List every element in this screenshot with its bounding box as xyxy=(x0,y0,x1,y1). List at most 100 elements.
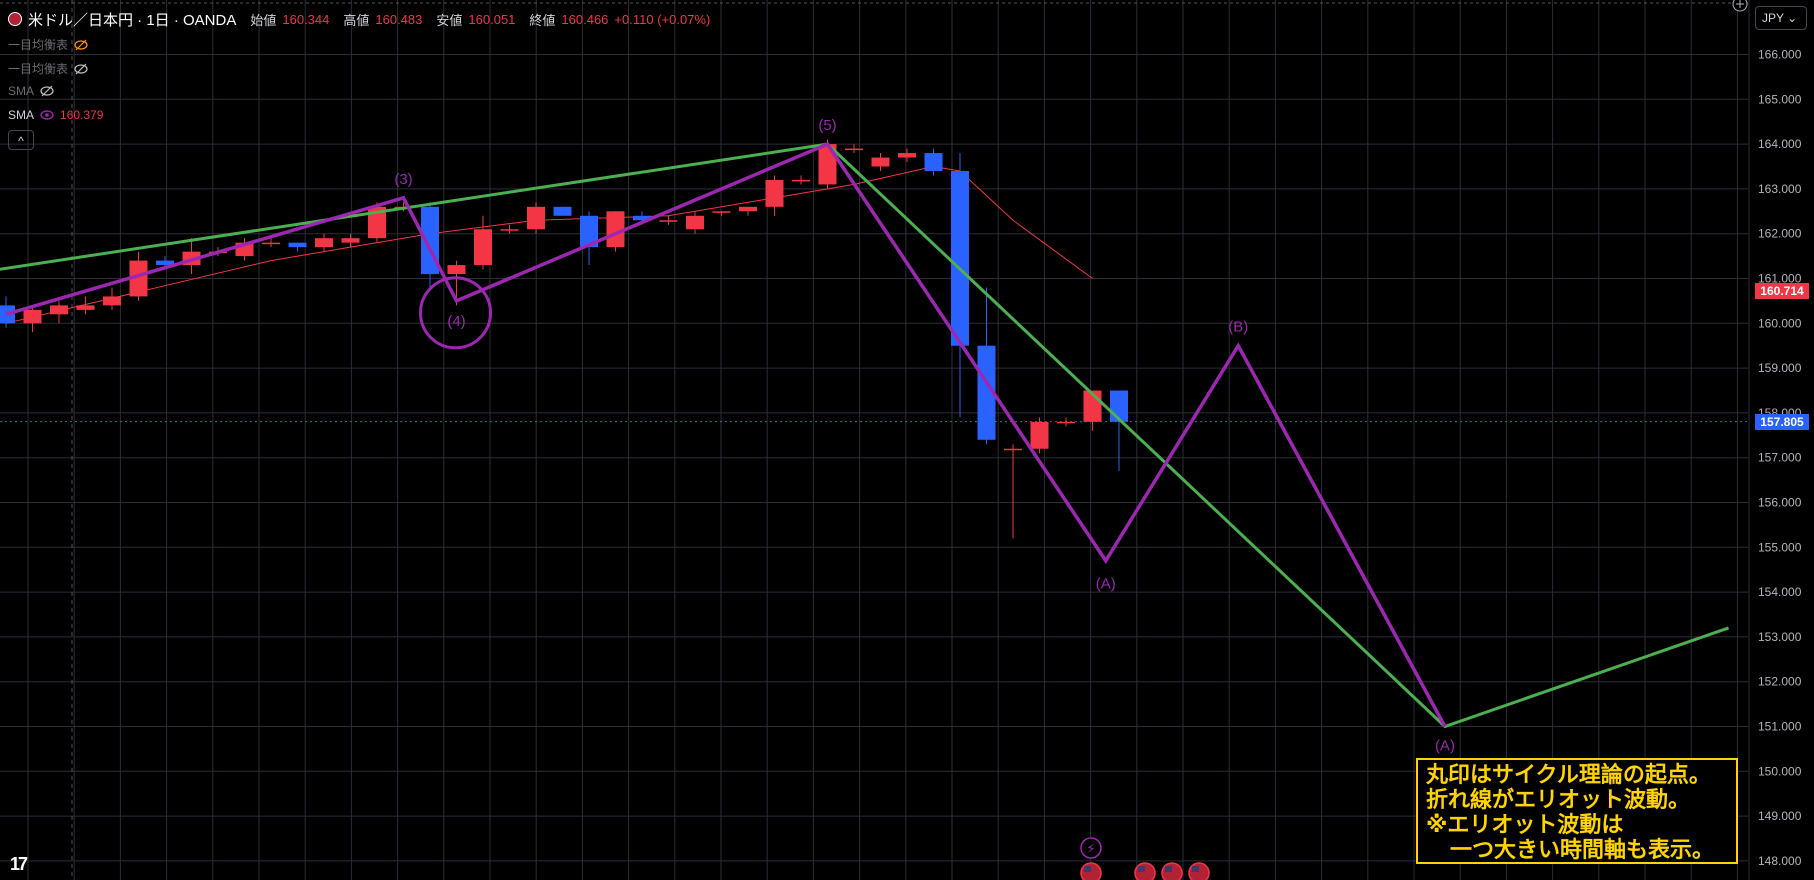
candle-body xyxy=(23,309,42,324)
candle-body xyxy=(1057,421,1075,424)
candle xyxy=(341,233,360,248)
wave-label: (A) xyxy=(1096,576,1116,593)
indicator-name: SMA xyxy=(8,108,35,122)
candle-body xyxy=(712,211,731,213)
wave-label: (3) xyxy=(394,171,412,188)
candle-body xyxy=(341,238,360,243)
candle-body xyxy=(553,206,572,216)
candle xyxy=(898,148,916,163)
candle xyxy=(765,175,784,216)
note-line: 折れ線がエリオット波動。 xyxy=(1426,787,1691,812)
candle xyxy=(792,175,810,185)
indicator-sma-2[interactable]: SMA 160.379 xyxy=(8,108,103,122)
candle-body xyxy=(765,179,784,207)
candle xyxy=(421,202,439,288)
candle-body xyxy=(50,305,68,315)
close-value: 160.466 xyxy=(561,11,609,27)
chart-grid xyxy=(0,0,1750,880)
tick-label: 154.000 xyxy=(1758,585,1802,599)
open-label: 始値 xyxy=(250,12,277,28)
candle xyxy=(182,238,201,275)
tick-label: 155.000 xyxy=(1758,540,1802,554)
tick-label: 166.000 xyxy=(1758,48,1802,62)
candle-body xyxy=(103,296,121,306)
tradingview-logo[interactable]: 17 xyxy=(10,854,28,875)
tick-label: 152.000 xyxy=(1758,675,1802,689)
note-line: ※エリオット波動は xyxy=(1426,812,1624,837)
crosshair-price-label: 157.805 xyxy=(1755,413,1809,430)
wave-label: (A) xyxy=(1435,738,1455,755)
indicator-name: 一目均衡表 xyxy=(8,62,69,76)
indicator-ichimoku-2[interactable]: 一目均衡表 xyxy=(8,60,88,77)
tick-label: 160.000 xyxy=(1758,316,1802,330)
currency-select[interactable]: JPY ⌄ xyxy=(1755,6,1807,30)
indicator-sma-1[interactable]: SMA xyxy=(8,84,54,98)
candle-body xyxy=(845,148,863,151)
eye-hidden-icon[interactable] xyxy=(74,62,88,76)
candle-body xyxy=(924,153,943,171)
annotation-note: 丸印はサイクル理論の起点。 折れ線がエリオット波動。 ※エリオット波動は 一つ大… xyxy=(1416,758,1738,864)
last-price-label: 160.714 xyxy=(1755,283,1809,300)
indicator-name: SMA xyxy=(8,84,35,98)
candle xyxy=(924,148,943,176)
wave-label: (5) xyxy=(818,117,836,134)
tick-label: 151.000 xyxy=(1758,720,1802,734)
candle xyxy=(1110,390,1128,472)
candle xyxy=(686,211,704,234)
tick-label: 159.000 xyxy=(1758,361,1802,375)
tick-label: 150.000 xyxy=(1758,764,1802,778)
wave-label: (4) xyxy=(447,313,465,330)
candle xyxy=(1057,417,1075,427)
note-line: 丸印はサイクル理論の起点。 xyxy=(1426,762,1711,787)
candle-body xyxy=(739,206,757,212)
indicator-name: 一目均衡表 xyxy=(8,38,69,52)
candle xyxy=(315,233,333,252)
candle xyxy=(474,215,492,270)
candle xyxy=(1030,417,1049,454)
candle-body xyxy=(474,229,492,266)
candle-body xyxy=(792,179,810,182)
candle-body xyxy=(659,220,678,222)
flag-canton xyxy=(1138,866,1145,872)
open-value: 160.344 xyxy=(282,11,330,27)
event-flag xyxy=(1134,862,1156,880)
price-chart[interactable]: 166.000165.000164.000163.000162.000161.0… xyxy=(0,0,1814,880)
candle xyxy=(951,153,969,418)
candle xyxy=(288,242,307,252)
flag-canton xyxy=(1084,866,1091,872)
low-value: 160.051 xyxy=(468,11,516,27)
tick-label: 162.000 xyxy=(1758,227,1802,241)
candle-body xyxy=(288,242,307,248)
tick-label: 165.000 xyxy=(1758,92,1802,106)
eye-hidden-icon[interactable] xyxy=(74,38,88,52)
collapse-legend-button[interactable]: ^ xyxy=(8,130,34,150)
candle xyxy=(1083,390,1102,431)
eye-icon[interactable] xyxy=(40,108,54,122)
symbol-title[interactable]: 米ドル／日本円 · 1日 · OANDA xyxy=(28,9,236,30)
event-marker: ⚡ xyxy=(1080,837,1102,859)
tick-label: 153.000 xyxy=(1758,630,1802,644)
candle xyxy=(977,287,996,445)
candle xyxy=(739,206,757,216)
indicator-ichimoku-1[interactable]: 一目均衡表 xyxy=(8,36,88,53)
candle xyxy=(553,206,572,216)
candle xyxy=(76,296,95,315)
us-flag-icon xyxy=(8,12,22,26)
tick-label: 163.000 xyxy=(1758,182,1802,196)
candle-body xyxy=(447,265,466,275)
event-flag xyxy=(1188,862,1210,880)
candle-body xyxy=(686,215,704,230)
candle-body xyxy=(262,242,280,245)
candle-body xyxy=(871,157,890,167)
candle-body xyxy=(315,238,333,248)
flag-canton xyxy=(1192,866,1199,872)
candle xyxy=(50,300,68,324)
candle xyxy=(527,202,545,234)
candle-body xyxy=(76,305,95,310)
note-line: 一つ大きい時間軸も表示。 xyxy=(1450,837,1715,862)
candle-body xyxy=(1004,448,1022,451)
candle xyxy=(500,224,519,234)
eye-hidden-icon[interactable] xyxy=(40,84,54,98)
indicator-value: 160.379 xyxy=(60,108,104,122)
tick-label: 156.000 xyxy=(1758,496,1802,510)
